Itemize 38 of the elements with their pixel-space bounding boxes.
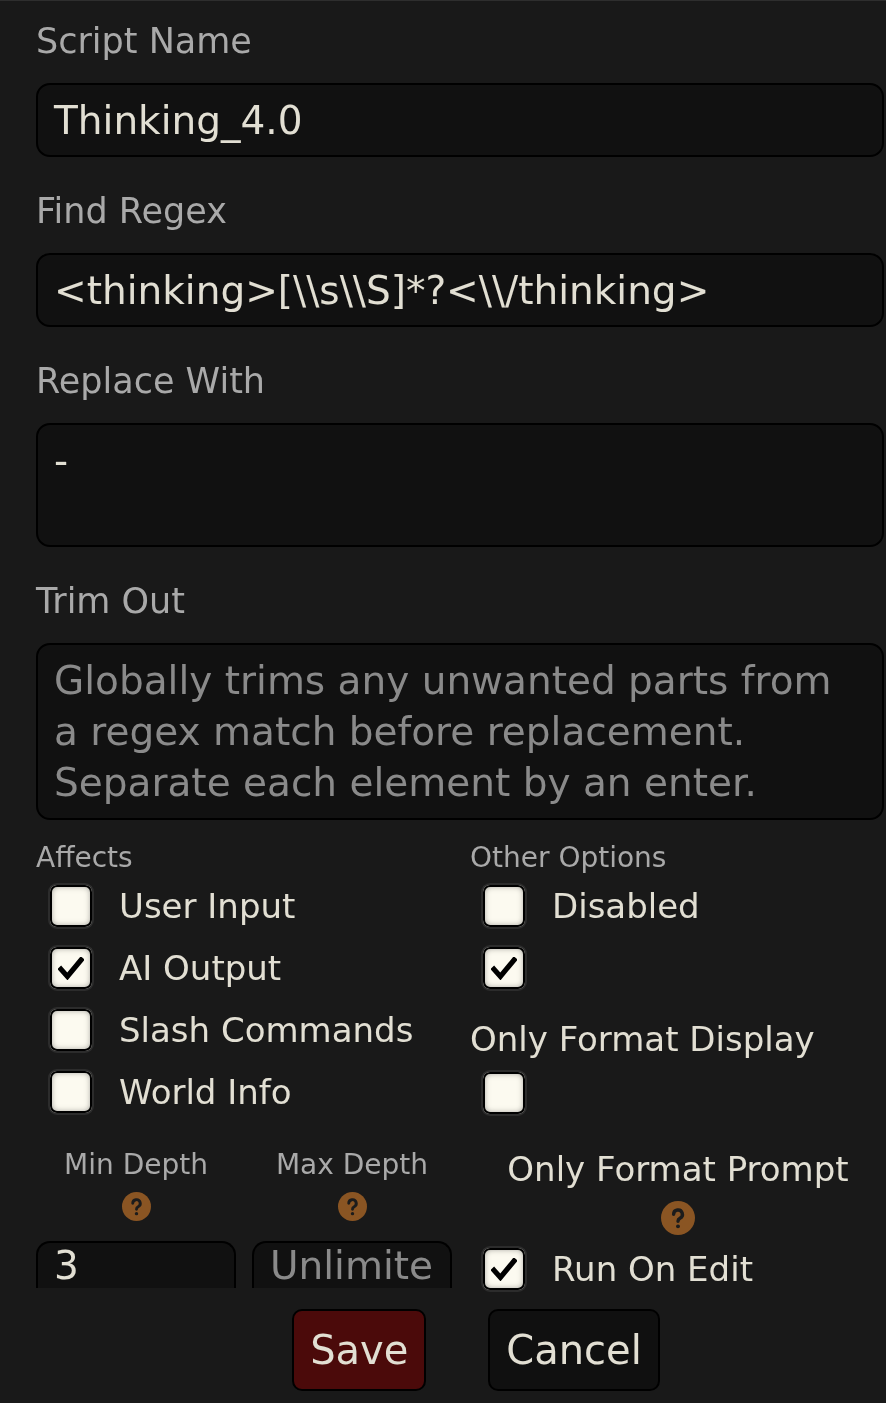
question-mark-icon[interactable] [121,1192,151,1221]
save-button[interactable]: Save [292,1309,427,1391]
text-field[interactable]: <thinking>[\\s\\S]*?<\\/thinking> [36,253,884,327]
cancel-button[interactable]: Cancel [488,1309,660,1391]
checkbox-label: Disabled [552,885,700,927]
number-field[interactable]: 3 [36,1241,236,1288]
checkbox[interactable] [48,1007,94,1053]
checkmark-icon [491,1257,517,1281]
text-area[interactable]: Globally trims any unwanted parts from a regex match before replacement. Separate each element by an enter. [36,643,884,820]
question-mark-icon[interactable] [661,1201,695,1235]
option-heading: Only Format Prompt [507,1149,849,1190]
checkbox[interactable] [481,945,527,991]
section-title: Other Options [470,841,667,875]
checkmark-icon [58,956,84,980]
number-field[interactable]: Unlimite [252,1241,452,1288]
checkmark-icon [491,956,517,980]
field-label: Max Depth [275,1148,429,1182]
checkbox-label: World Info [119,1071,292,1113]
checkbox-label: Slash Commands [119,1009,414,1051]
option-heading: Only Format Display [470,1019,815,1060]
checkbox[interactable] [481,883,527,929]
checkbox-label: Run On Edit [552,1248,753,1290]
checkbox[interactable] [481,1070,527,1116]
checkbox-label: AI Output [119,947,282,989]
checkbox-label: User Input [119,885,296,927]
field-label: Min Depth [64,1148,208,1182]
field-label: Replace With [36,360,266,402]
field-label: Script Name [36,20,252,62]
checkbox[interactable] [48,883,94,929]
field-label: Find Regex [36,190,227,232]
field-label: Trim Out [36,580,186,622]
checkbox[interactable] [48,1069,94,1115]
checkbox[interactable] [48,945,94,991]
checkbox[interactable] [481,1246,527,1292]
question-mark-icon[interactable] [337,1192,367,1221]
text-field[interactable]: Thinking_4.0 [36,83,884,157]
section-title: Affects [36,841,133,875]
text-area[interactable]: - [36,423,884,547]
